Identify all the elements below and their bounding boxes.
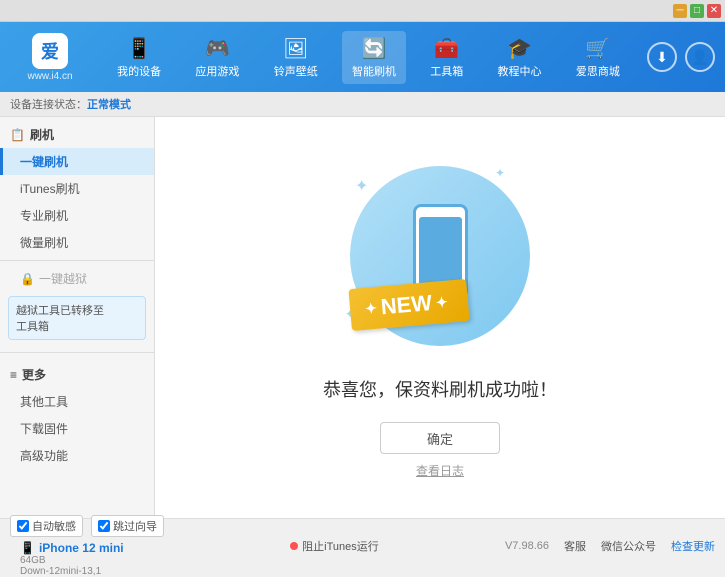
wipe-flash-label: 微量刷机 — [20, 236, 68, 250]
nav-store-label: 爱思商城 — [576, 63, 620, 79]
logo[interactable]: 爱 www.i4.cn — [10, 33, 90, 82]
nav-wallpaper-label: 铃声壁纸 — [274, 63, 318, 79]
check-update-link[interactable]: 检查更新 — [671, 538, 715, 554]
skip-wizard-label: 跳过向导 — [113, 518, 157, 534]
daily-link[interactable]: 查看日志 — [416, 462, 464, 479]
nav-my-device-label: 我的设备 — [117, 63, 161, 79]
sidebar-divider-1 — [0, 260, 154, 261]
nav-smart-shop[interactable]: 🔄 智能刷机 — [342, 31, 406, 84]
sidebar-item-jailbreak-disabled: 🔒 一键越狱 — [0, 265, 154, 292]
bottom-bar: 自动敏感 跳过向导 📱 iPhone 12 mini 64GB Down-12m… — [0, 518, 725, 573]
minimize-button[interactable]: ─ — [673, 4, 687, 18]
sidebar-item-download-fw[interactable]: 下载固件 — [0, 415, 154, 442]
title-bar: ─ □ ✕ — [0, 0, 725, 22]
header: 爱 www.i4.cn 📱 我的设备 🎮 应用游戏 🖼 铃声壁纸 🔄 智能刷机 … — [0, 22, 725, 92]
sparkle-icon-2: ✦ — [495, 166, 505, 180]
flash-section-label: 刷机 — [30, 126, 54, 143]
sidebar-section-title-more: ≡ 更多 — [0, 361, 154, 388]
sidebar-divider-2 — [0, 352, 154, 353]
device-name-text: iPhone 12 mini — [39, 541, 124, 555]
device-name: 📱 iPhone 12 mini — [20, 541, 164, 555]
nav-toolbox-icon: 🧰 — [434, 36, 459, 61]
other-tools-label: 其他工具 — [20, 395, 68, 409]
more-section-icon: ≡ — [10, 368, 17, 382]
bottom-right-section: V7.98.66 客服 微信公众号 检查更新 — [505, 538, 715, 554]
sidebar-section-flash: 📋 刷机 一键刷机 iTunes刷机 专业刷机 微量刷机 🔒 一键越狱 越狱工具… — [0, 117, 154, 348]
pro-flash-label: 专业刷机 — [20, 209, 68, 223]
itunes-status[interactable]: 阻止iTunes运行 — [290, 538, 379, 554]
confirm-button[interactable]: 确定 — [380, 422, 500, 454]
header-right: ⬇ 👤 — [647, 42, 715, 72]
sidebar-item-wipe-flash[interactable]: 微量刷机 — [0, 229, 154, 256]
nav-my-device[interactable]: 📱 我的设备 — [107, 31, 171, 84]
device-info: 📱 iPhone 12 mini 64GB Down-12mini-13,1 — [20, 541, 164, 577]
bottom-checkboxes: 自动敏感 跳过向导 — [10, 515, 164, 537]
jailbreak-label: 一键越狱 — [39, 270, 87, 287]
nav-store-icon: 🛒 — [585, 36, 610, 61]
lock-icon: 🔒 — [20, 272, 35, 286]
itunes-status-label: 阻止iTunes运行 — [302, 538, 379, 554]
logo-url: www.i4.cn — [27, 71, 72, 82]
nav-apps-games-label: 应用游戏 — [195, 63, 239, 79]
sidebar-item-one-click-flash[interactable]: 一键刷机 — [0, 148, 154, 175]
nav-smart-shop-icon: 🔄 — [362, 36, 387, 61]
close-button[interactable]: ✕ — [707, 4, 721, 18]
customer-service-link[interactable]: 客服 — [564, 538, 586, 554]
logo-icon: 爱 — [32, 33, 68, 69]
nav-wallpaper-icon: 🖼 — [283, 36, 308, 61]
status-value: 正常模式 — [87, 99, 131, 111]
illustration: ✦ ✦ ✦ NEW — [340, 156, 540, 356]
auto-flash-checkbox[interactable] — [17, 520, 29, 532]
nav-apps-games[interactable]: 🎮 应用游戏 — [185, 31, 249, 84]
auto-flash-label: 自动敏感 — [32, 518, 76, 534]
nav-my-device-icon: 📱 — [127, 36, 152, 61]
sidebar-item-other-tools[interactable]: 其他工具 — [0, 388, 154, 415]
nav-tutorial-icon: 🎓 — [507, 36, 532, 61]
nav-smart-shop-label: 智能刷机 — [352, 63, 396, 79]
nav-apps-games-icon: 🎮 — [205, 36, 230, 61]
device-phone-icon: 📱 — [20, 541, 35, 555]
nav-items: 📱 我的设备 🎮 应用游戏 🖼 铃声壁纸 🔄 智能刷机 🧰 工具箱 🎓 教程中心… — [100, 31, 637, 84]
flash-section-icon: 📋 — [10, 128, 25, 142]
skip-wizard-checkbox-label[interactable]: 跳过向导 — [91, 515, 164, 537]
wechat-link[interactable]: 微信公众号 — [601, 538, 656, 554]
sidebar-item-itunes-flash[interactable]: iTunes刷机 — [0, 175, 154, 202]
more-section-label: 更多 — [22, 366, 46, 383]
itunes-flash-label: iTunes刷机 — [20, 182, 80, 196]
sidebar-section-more: ≡ 更多 其他工具 下载固件 高级功能 — [0, 357, 154, 473]
skip-wizard-checkbox[interactable] — [98, 520, 110, 532]
nav-tutorial[interactable]: 🎓 教程中心 — [488, 31, 552, 84]
one-click-flash-label: 一键刷机 — [20, 155, 68, 169]
sidebar: 📋 刷机 一键刷机 iTunes刷机 专业刷机 微量刷机 🔒 一键越狱 越狱工具… — [0, 117, 155, 518]
download-fw-label: 下载固件 — [20, 422, 68, 436]
download-button[interactable]: ⬇ — [647, 42, 677, 72]
phone-screen — [419, 217, 462, 285]
sparkle-icon-1: ✦ — [355, 176, 368, 196]
status-bar: 设备连接状态：正常模式 — [0, 92, 725, 117]
nav-wallpaper[interactable]: 🖼 铃声壁纸 — [264, 31, 328, 84]
advanced-label: 高级功能 — [20, 449, 68, 463]
content-area: ✦ ✦ ✦ NEW 恭喜您，保资料刷机成功啦！ 确定 查看日志 — [155, 117, 725, 518]
sidebar-item-pro-flash[interactable]: 专业刷机 — [0, 202, 154, 229]
sidebar-note-text: 越狱工具已转移至工具箱 — [16, 305, 104, 333]
nav-tutorial-label: 教程中心 — [498, 63, 542, 79]
device-storage: 64GB — [20, 555, 164, 566]
success-text: 恭喜您，保资料刷机成功啦！ — [323, 376, 557, 402]
itunes-status-dot — [290, 542, 298, 550]
sidebar-section-title-flash: 📋 刷机 — [0, 121, 154, 148]
maximize-button[interactable]: □ — [690, 4, 704, 18]
version-label: V7.98.66 — [505, 540, 549, 552]
sidebar-item-advanced[interactable]: 高级功能 — [0, 442, 154, 469]
status-label: 设备连接状态： — [10, 99, 87, 111]
main-layout: 📋 刷机 一键刷机 iTunes刷机 专业刷机 微量刷机 🔒 一键越狱 越狱工具… — [0, 117, 725, 518]
bottom-left-section: 自动敏感 跳过向导 📱 iPhone 12 mini 64GB Down-12m… — [10, 515, 164, 577]
auto-flash-checkbox-label[interactable]: 自动敏感 — [10, 515, 83, 537]
device-model: Down-12mini-13,1 — [20, 566, 164, 577]
nav-toolbox-label: 工具箱 — [430, 63, 463, 79]
sidebar-note: 越狱工具已转移至工具箱 — [8, 296, 146, 340]
nav-toolbox[interactable]: 🧰 工具箱 — [420, 31, 473, 84]
nav-store[interactable]: 🛒 爱思商城 — [566, 31, 630, 84]
user-button[interactable]: 👤 — [685, 42, 715, 72]
